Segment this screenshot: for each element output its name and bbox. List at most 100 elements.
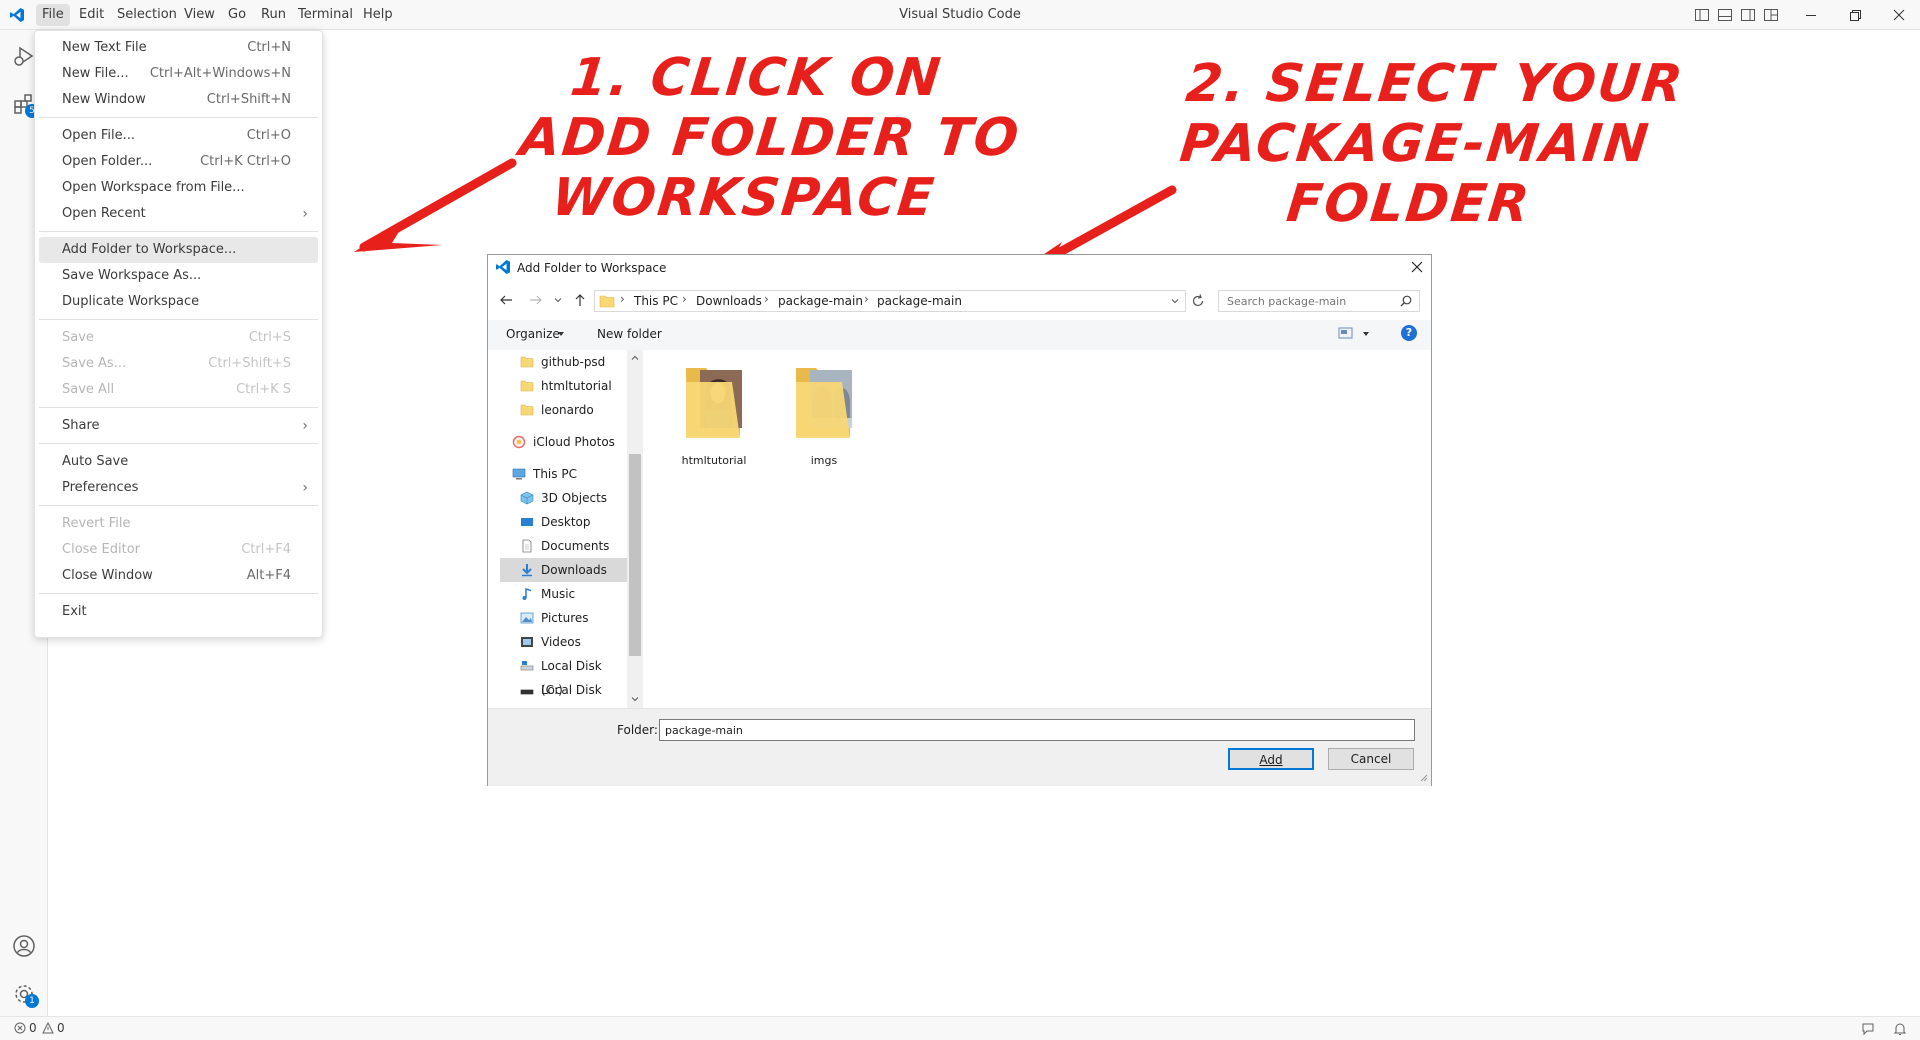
refresh-icon[interactable] [1190,293,1206,309]
cancel-button[interactable]: Cancel [1328,748,1414,770]
folder-icon [599,295,615,308]
icloud-photos-icon [512,435,526,449]
file-menu: New Text File Ctrl+N New File... Ctrl+Alt+… [34,30,323,638]
dialog-close-icon[interactable] [1410,260,1424,274]
breadcrumb-this-pc[interactable]: This PC [634,294,678,308]
add-button[interactable]: Add [1228,748,1314,770]
folder-label: Folder: [617,723,658,737]
menu-edit[interactable]: Edit [73,4,110,26]
error-icon [14,1022,26,1034]
menu-item-open-folder[interactable]: Open Folder... Ctrl+K Ctrl+O [39,149,318,175]
organize-button[interactable]: Organize [506,327,560,341]
forward-arrow-icon[interactable] [528,292,544,308]
tree-item-local-disk-d[interactable]: Local Disk (D:) [500,678,627,721]
tree-item-htmltutorial[interactable]: htmltutorial [500,374,627,398]
breadcrumb-package-main-current[interactable]: package-main [877,294,962,308]
menu-file[interactable]: File [36,4,70,26]
menu-item-close-window[interactable]: Close Window Alt+F4 [39,563,318,589]
folder-thumbnail-icon [686,368,742,438]
menu-go[interactable]: Go [222,4,252,26]
error-count[interactable]: 0 [29,1021,37,1035]
close-icon[interactable] [1891,7,1907,23]
menu-view[interactable]: View [178,4,221,26]
downloads-icon [522,564,532,577]
search-icon [1400,295,1412,307]
customize-layout-icon[interactable] [1763,7,1779,23]
menu-selection[interactable]: Selection [111,4,183,26]
toggle-secondary-sidebar-icon[interactable] [1740,7,1756,23]
breadcrumb-chevron-icon: › [620,292,625,306]
tree-item-this-pc[interactable]: This PC [500,462,627,486]
scroll-up-icon[interactable] [629,352,641,364]
3d-objects-icon [520,491,534,505]
menu-terminal[interactable]: Terminal [292,4,359,26]
tree-item-documents[interactable]: Documents [500,534,627,558]
menu-item-open-workspace[interactable]: Open Workspace from File... [39,175,318,201]
menu-item-duplicate-workspace[interactable]: Duplicate Workspace [39,289,318,315]
menu-separator [39,443,318,444]
window-title: Visual Studio Code [899,7,1021,22]
tree-item-local-disk-c[interactable]: Local Disk (C:) [500,654,627,697]
restore-icon[interactable] [1847,7,1863,23]
tree-item-videos[interactable]: Videos [500,630,627,654]
tree-item-music[interactable]: Music [500,582,627,606]
menu-help[interactable]: Help [357,4,399,26]
vscode-logo-icon [10,8,24,22]
address-dropdown-chevron-icon[interactable] [1169,295,1181,307]
chevron-right-icon: › [302,206,308,222]
tree-item-icloud-photos[interactable]: iCloud Photos [500,430,627,454]
recent-locations-chevron-icon[interactable] [552,294,564,306]
breadcrumb-chevron-icon: › [864,292,869,306]
view-options-icon[interactable] [1338,326,1354,340]
menu-item-close-editor: Close Editor Ctrl+F4 [62,542,291,557]
tree-item-leonardo[interactable]: leonardo [500,398,627,422]
menu-separator [39,231,318,232]
status-bar: 0 0 [0,1016,1920,1040]
menu-item-new-text-file[interactable]: New Text File Ctrl+N [39,35,318,61]
file-item-htmltutorial[interactable]: htmltutorial [676,362,752,472]
minimize-icon[interactable] [1803,7,1819,23]
menu-item-share[interactable]: Share › [39,413,318,439]
resize-grip-icon[interactable] [1418,772,1428,782]
menu-item-preferences[interactable]: Preferences › [39,475,318,501]
accounts-icon[interactable] [12,934,36,958]
breadcrumb-downloads[interactable]: Downloads [696,294,762,308]
menu-item-auto-save[interactable]: Auto Save [39,449,318,475]
run-debug-icon[interactable] [12,44,36,68]
tree-item-github-psd[interactable]: github-psd [500,350,627,374]
scroll-down-icon[interactable] [629,693,641,705]
back-arrow-icon[interactable] [498,292,514,308]
warning-count[interactable]: 0 [57,1021,65,1035]
tree-item-pictures[interactable]: Pictures [500,606,627,630]
folder-name-input[interactable] [659,719,1415,741]
view-dropdown-icon[interactable] [1362,330,1370,338]
toggle-panel-icon[interactable] [1717,7,1733,23]
settings-badge: 1 [25,994,39,1008]
menu-item-new-window[interactable]: New Window Ctrl+Shift+N [39,87,318,113]
tree-item-downloads[interactable]: Downloads [500,558,627,582]
file-item-label: imgs [810,454,838,467]
menu-item-open-recent[interactable]: Open Recent › [39,201,318,227]
menu-run[interactable]: Run [255,4,292,26]
notifications-bell-icon[interactable] [1893,1022,1907,1036]
menu-item-save-as: Save As... Ctrl+Shift+S [62,356,291,371]
menu-item-open-file[interactable]: Open File... Ctrl+O [39,123,318,149]
folder-thumbnail-icon [796,368,852,438]
file-item-imgs[interactable]: imgs [786,362,862,472]
scrollbar-thumb[interactable] [629,454,641,656]
tree-item-3d-objects[interactable]: 3D Objects [500,486,627,510]
feedback-icon[interactable] [1861,1022,1875,1036]
menu-item-add-folder-to-workspace[interactable]: Add Folder to Workspace... [39,237,318,263]
tree-item-desktop[interactable]: Desktop [500,510,627,534]
menu-separator [39,319,318,320]
breadcrumb-package-main[interactable]: package-main [778,294,863,308]
menu-item-save-workspace-as[interactable]: Save Workspace As... [39,263,318,289]
new-folder-button[interactable]: New folder [597,327,662,341]
menu-separator [39,593,318,594]
menu-item-exit[interactable]: Exit [39,599,318,625]
help-icon[interactable]: ? [1401,325,1417,341]
toggle-primary-sidebar-icon[interactable] [1694,7,1710,23]
search-input[interactable] [1218,290,1420,312]
up-arrow-icon[interactable] [572,292,588,308]
menu-item-new-file[interactable]: New File... Ctrl+Alt+Windows+N [39,61,318,87]
